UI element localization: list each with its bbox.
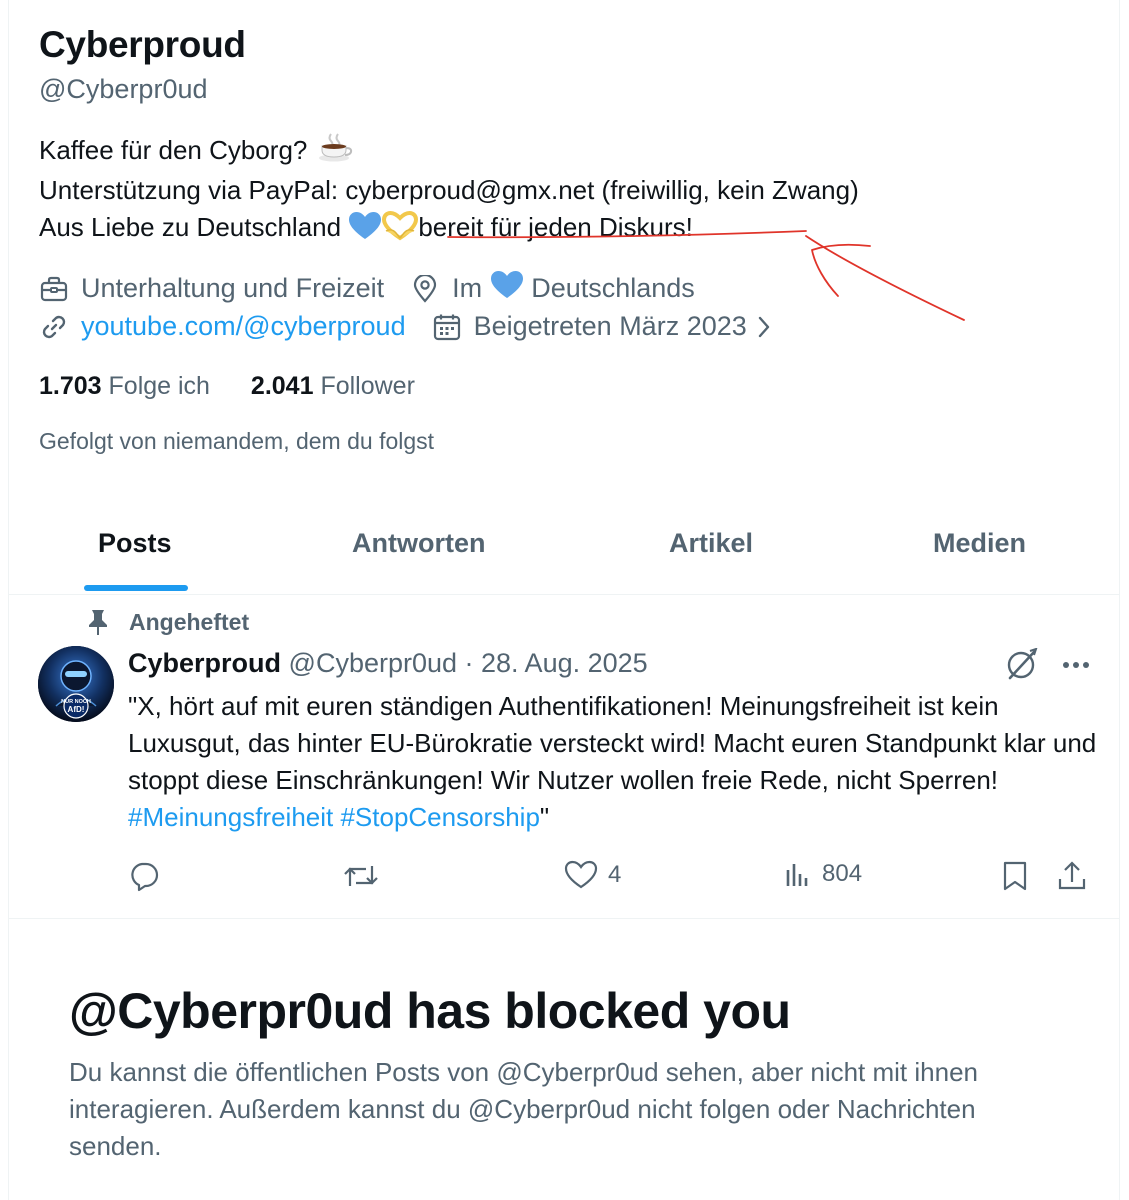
avatar[interactable]: NUR NOCH AfD!: [38, 646, 114, 722]
like-count: 4: [608, 861, 622, 888]
grok-icon[interactable]: [1004, 648, 1040, 682]
left-border: [8, 0, 9, 1200]
profile-tabs: Posts Antworten Artikel Medien: [9, 500, 1119, 595]
post-top-actions: [1004, 648, 1090, 682]
views-button[interactable]: 804: [784, 860, 862, 888]
post-hashtags[interactable]: #Meinungsfreiheit #StopCensorship: [128, 802, 540, 832]
bio-line-3-text: Aus Liebe zu Deutschland: [39, 212, 342, 242]
tab-medien[interactable]: Medien: [933, 528, 1026, 559]
repost-icon: [342, 860, 380, 892]
blocked-title: @Cyberpr0ud has blocked you: [69, 983, 791, 1039]
following-label: Folge ich: [108, 372, 210, 400]
profile-joined[interactable]: Beigetreten März 2023: [432, 311, 771, 342]
blue-heart-icon: [348, 211, 382, 251]
share-button[interactable]: [1056, 860, 1088, 892]
analytics-icon: [784, 860, 812, 888]
profile-stats: 1.703 Folge ich 2.041 Follower: [39, 372, 449, 401]
view-count: 804: [822, 860, 863, 887]
svg-text:AfD!: AfD!: [68, 705, 85, 714]
active-tab-indicator: [84, 585, 188, 591]
profile-website-link[interactable]: youtube.com/@cyberproud: [81, 311, 406, 342]
profile-location-after: Deutschlands: [531, 273, 695, 303]
blocked-text: Du kannst die öffentlichen Posts von @Cy…: [69, 1057, 978, 1161]
heart-hands-icon: [382, 210, 419, 251]
pinned-label: Angeheftet: [86, 608, 249, 636]
post-text: "X, hört auf mit euren ständigen Authent…: [128, 688, 1103, 836]
bio-line-1-text: Kaffee für den Cyborg?: [39, 135, 308, 165]
followers-stat[interactable]: 2.041 Follower: [251, 372, 415, 401]
post-meta[interactable]: @Cyberpr0ud · 28. Aug. 2025: [289, 648, 648, 678]
post-body-end: ": [539, 802, 550, 832]
tab-antworten[interactable]: Antworten: [352, 528, 485, 559]
repost-button[interactable]: [342, 860, 380, 892]
bio-line-3: Aus Liebe zu Deutschland bereit für jede…: [39, 209, 859, 251]
right-border: [1119, 0, 1120, 1200]
location-blue-heart-icon: [490, 270, 524, 307]
briefcase-icon: [39, 274, 69, 304]
post-author-name[interactable]: Cyberproud: [128, 648, 281, 678]
location-pin-icon: [410, 274, 440, 304]
more-options-icon[interactable]: [1062, 661, 1090, 669]
heart-icon: [564, 860, 598, 890]
profile-bio: Kaffee für den Cyborg? Unterstützung via…: [39, 132, 859, 251]
bio-line-3-highlight: bereit für jeden Diskurs!: [418, 212, 693, 242]
profile-name: Cyberproud: [39, 24, 246, 65]
profile-location: Im Deutschlands: [410, 270, 695, 307]
like-button[interactable]: 4: [564, 860, 621, 890]
reply-button[interactable]: [128, 860, 160, 892]
followers-label: Follower: [320, 372, 415, 400]
chevron-right-icon: [757, 316, 771, 338]
share-icon: [1056, 860, 1088, 892]
post-body-text: "X, hört auf mit euren ständigen Authent…: [128, 691, 1097, 795]
following-count: 1.703: [39, 372, 102, 400]
bookmark-button[interactable]: [1002, 860, 1028, 892]
profile-location-before: Im: [452, 273, 483, 303]
bookmark-icon: [1002, 860, 1028, 892]
tab-artikel[interactable]: Artikel: [669, 528, 753, 559]
pinned-label-text: Angeheftet: [129, 608, 250, 635]
following-stat[interactable]: 1.703 Folge ich: [39, 372, 210, 401]
tab-posts[interactable]: Posts: [98, 528, 172, 559]
coffee-cup-icon: [318, 132, 353, 172]
link-icon: [39, 312, 69, 342]
followed-by-text: Gefolgt von niemandem, dem du folgst: [39, 428, 435, 454]
calendar-icon: [432, 312, 462, 342]
post-action-bar: 4 804: [128, 860, 1088, 900]
profile-handle: @Cyberpr0ud: [39, 74, 208, 104]
profile-meta-row-2: youtube.com/@cyberproud Beigetreten März…: [39, 311, 797, 342]
followers-count: 2.041: [250, 372, 314, 400]
post-header: Cyberproud @Cyberpr0ud · 28. Aug. 2025: [128, 648, 648, 679]
profile-joined-text: Beigetreten März 2023: [473, 311, 747, 341]
pin-icon: [86, 608, 112, 636]
bio-line-1: Kaffee für den Cyborg?: [39, 132, 859, 172]
reply-icon: [128, 860, 160, 892]
profile-category: Unterhaltung und Freizeit: [39, 273, 384, 304]
profile-website[interactable]: youtube.com/@cyberproud: [39, 311, 406, 342]
bio-line-2: Unterstützung via PayPal: cyberproud@gmx…: [39, 175, 859, 205]
profile-meta-row-1: Unterhaltung und Freizeit Im Deutschland…: [39, 270, 721, 307]
post-divider: [9, 918, 1119, 919]
profile-category-text: Unterhaltung und Freizeit: [81, 273, 385, 303]
